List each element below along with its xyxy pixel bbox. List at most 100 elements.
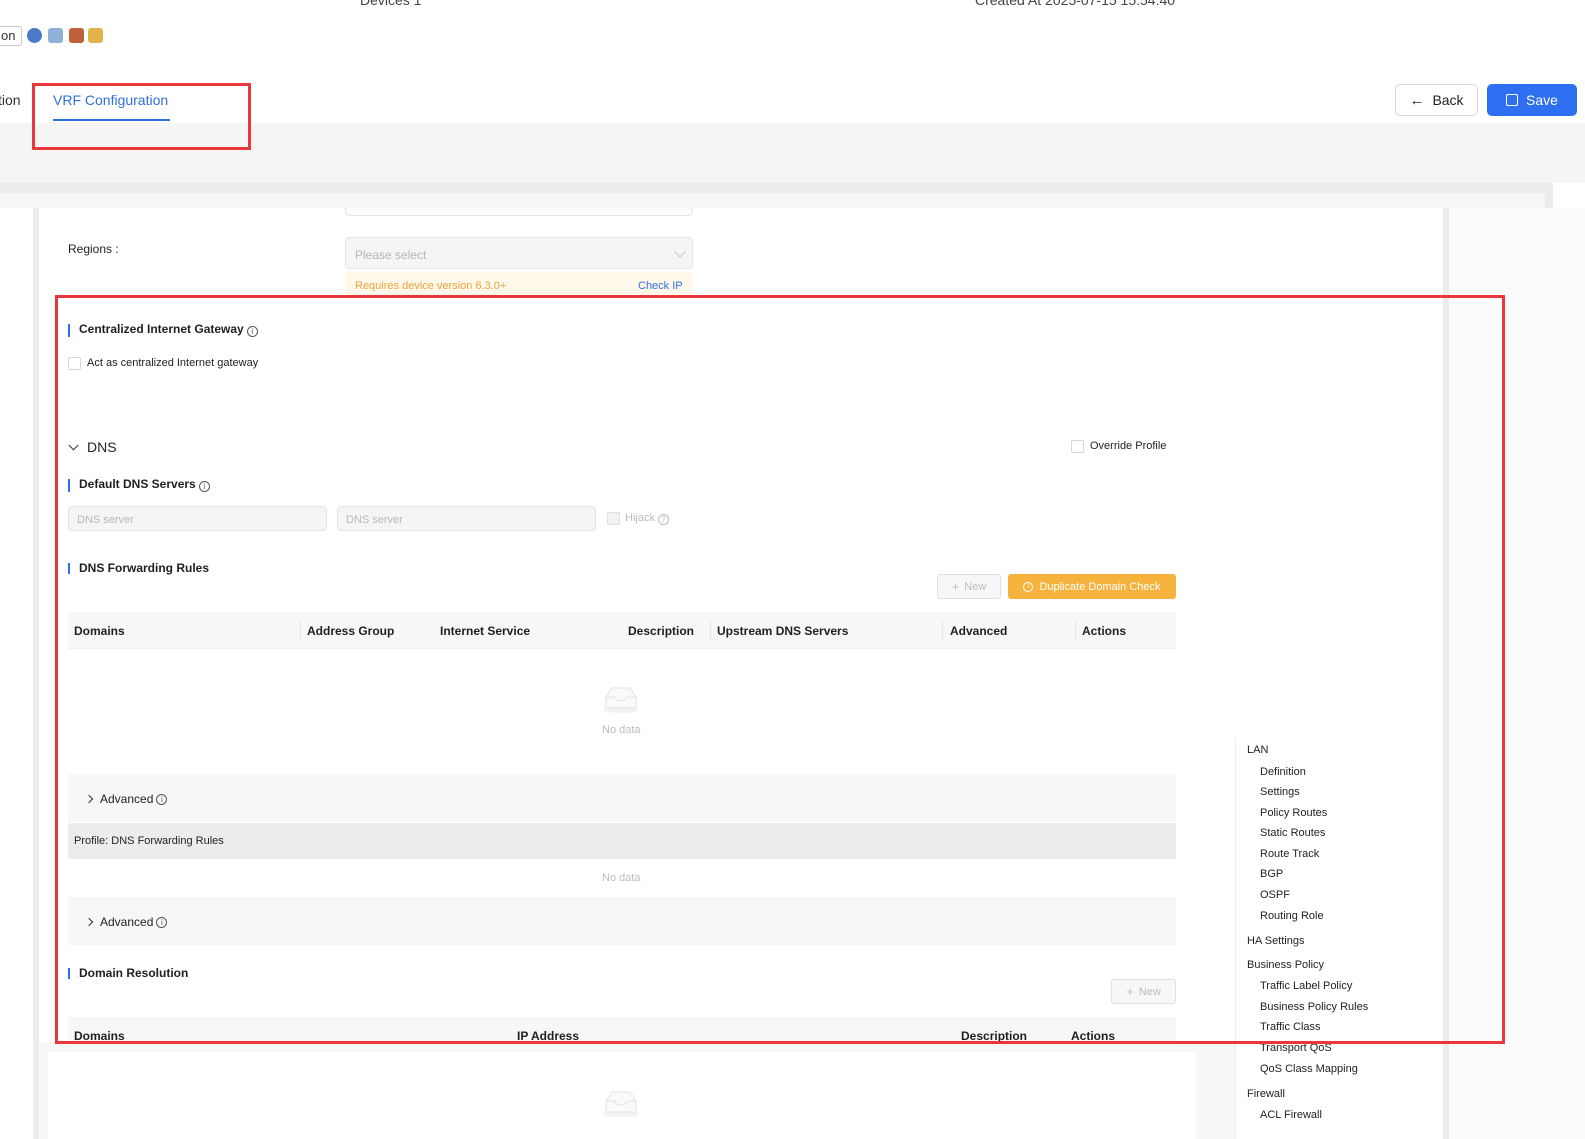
back-button[interactable]: ← Back xyxy=(1395,84,1478,116)
nav-item-routing-role[interactable]: Routing Role xyxy=(1260,910,1324,922)
hijack-label: Hijack? xyxy=(625,512,669,525)
nav-item-policy-routes[interactable]: Policy Routes xyxy=(1260,807,1327,819)
column-header: Upstream DNS Servers xyxy=(717,624,849,638)
resolution-new-label: New xyxy=(1138,985,1161,998)
chevron-down-icon xyxy=(674,246,686,258)
advanced-toggle[interactable]: Advanced i xyxy=(84,915,168,929)
gateway-section-title: Centralized Internet Gateway i xyxy=(68,323,258,337)
save-button[interactable]: Save xyxy=(1487,84,1577,116)
nav-item-definition[interactable]: Definition xyxy=(1260,766,1306,778)
domain-resolution-title: Domain Resolution xyxy=(68,967,188,979)
regions-select[interactable]: Please select xyxy=(345,237,693,269)
status-chip: on xyxy=(0,26,23,46)
column-header: Domains xyxy=(74,624,125,638)
save-button-label: Save xyxy=(1526,92,1558,108)
dns-server-input-1[interactable]: DNS server xyxy=(68,506,327,531)
outer-right-area xyxy=(1449,208,1585,1139)
dns-title: DNS xyxy=(87,439,117,455)
forwarding-new-button[interactable]: + New xyxy=(937,574,1001,599)
column-divider xyxy=(942,621,943,641)
info-icon[interactable]: i xyxy=(156,793,168,805)
nav-item-transport-qos[interactable]: Transport QoS xyxy=(1260,1042,1332,1054)
regions-label: Regions : xyxy=(68,242,119,256)
default-dns-servers-title: Default DNS Servers i xyxy=(68,478,210,492)
check-ip-link[interactable]: Check IP xyxy=(638,280,683,292)
globe-icon[interactable] xyxy=(27,28,42,43)
nav-item-traffic-class[interactable]: Traffic Class xyxy=(1260,1021,1321,1033)
advanced-row xyxy=(68,774,1176,822)
back-button-label: Back xyxy=(1432,92,1464,108)
override-profile-checkbox[interactable] xyxy=(1071,440,1084,453)
profile-label: Profile: DNS Forwarding Rules xyxy=(74,835,224,847)
header-devices-count: Devices 1 xyxy=(360,0,422,8)
chevron-right-icon xyxy=(84,794,94,804)
nav-item-settings[interactable]: Settings xyxy=(1260,786,1300,798)
empty-inbox-icon xyxy=(603,687,639,713)
monitor-icon[interactable] xyxy=(48,28,63,43)
tab-previous[interactable]: tion xyxy=(0,92,21,108)
version-requirement: Requires device version 6.3.0+ xyxy=(355,280,507,292)
nav-group-business-policy[interactable]: Business Policy xyxy=(1247,959,1324,971)
empty-inbox-icon xyxy=(603,1091,639,1117)
info-icon[interactable]: i xyxy=(198,481,210,492)
content-right-border xyxy=(1443,208,1449,1139)
content-left-border xyxy=(33,208,39,1139)
column-header: Actions xyxy=(1071,1029,1116,1043)
column-header: IP Address xyxy=(517,1029,580,1043)
nav-group-lan[interactable]: LAN xyxy=(1247,744,1268,756)
nav-group-ha-settings[interactable]: HA Settings xyxy=(1247,935,1304,947)
floppy-disk-icon xyxy=(1506,94,1519,106)
tab-vrf-configuration[interactable]: VRF Configuration xyxy=(53,92,168,108)
dns-forwarding-title: DNS Forwarding Rules xyxy=(68,562,209,574)
column-header: Internet Service xyxy=(440,624,531,638)
plus-icon: + xyxy=(951,579,960,594)
info-icon[interactable]: i xyxy=(246,326,258,337)
nav-item-traffic-label-policy[interactable]: Traffic Label Policy xyxy=(1260,980,1352,992)
arrow-left-icon: ← xyxy=(1409,91,1425,109)
dns-collapse-header[interactable]: DNS xyxy=(68,439,117,455)
nav-item-business-policy-rules[interactable]: Business Policy Rules xyxy=(1260,1001,1368,1013)
tools-icon[interactable] xyxy=(88,28,103,43)
nav-item-route-track[interactable]: Route Track xyxy=(1260,848,1319,860)
nav-item-static-routes[interactable]: Static Routes xyxy=(1260,827,1325,839)
scroll-rail xyxy=(1545,183,1553,208)
gateway-checkbox-label: Act as centralized Internet gateway xyxy=(87,357,259,369)
forwarding-empty-text: No data xyxy=(602,724,641,736)
nav-group-firewall[interactable]: Firewall xyxy=(1247,1088,1285,1100)
divider-band xyxy=(0,183,1553,193)
column-divider xyxy=(300,621,301,641)
nav-item-acl-firewall[interactable]: ACL Firewall xyxy=(1260,1109,1322,1121)
duplicate-domain-check-label: Duplicate Domain Check xyxy=(1039,580,1161,593)
header-created-at: Created At 2025-07-15 15:54:40 xyxy=(975,0,1176,8)
chevron-right-icon xyxy=(84,917,94,927)
profile-empty-text: No data xyxy=(602,872,641,884)
chevron-down-icon xyxy=(68,440,79,450)
resolution-new-button[interactable]: + New xyxy=(1111,979,1176,1004)
override-profile-label: Override Profile xyxy=(1090,440,1167,452)
forwarding-new-label: New xyxy=(964,580,987,593)
column-header: Address Group xyxy=(307,624,395,638)
tab-active-indicator xyxy=(53,119,170,121)
advanced-toggle[interactable]: Advanced i xyxy=(84,792,168,806)
forwarding-table-header: Domains Address Group Internet Service D… xyxy=(68,612,1176,649)
warning-circle-icon: ! xyxy=(1023,581,1034,592)
column-header: Description xyxy=(961,1029,1028,1043)
question-icon[interactable]: ? xyxy=(657,514,669,525)
hijack-checkbox[interactable] xyxy=(607,512,620,525)
regions-placeholder: Please select xyxy=(355,248,427,262)
toolbar-band xyxy=(0,123,1585,183)
nav-item-ospf[interactable]: OSPF xyxy=(1260,889,1290,901)
column-divider xyxy=(710,621,711,641)
column-divider xyxy=(1075,621,1076,641)
profile-row: Profile: DNS Forwarding Rules xyxy=(68,823,1176,859)
info-icon[interactable]: i xyxy=(156,916,168,928)
column-header: Domains xyxy=(74,1029,125,1043)
dns-server-input-2[interactable]: DNS server xyxy=(337,506,596,531)
bug-icon[interactable] xyxy=(69,28,84,43)
gateway-checkbox[interactable] xyxy=(68,357,81,370)
nav-item-bgp[interactable]: BGP xyxy=(1260,868,1283,880)
plus-icon: + xyxy=(1126,984,1134,999)
divider-band-light xyxy=(0,193,1553,208)
duplicate-domain-check-button[interactable]: ! Duplicate Domain Check xyxy=(1008,574,1176,599)
nav-item-qos-class-mapping[interactable]: QoS Class Mapping xyxy=(1260,1063,1358,1075)
